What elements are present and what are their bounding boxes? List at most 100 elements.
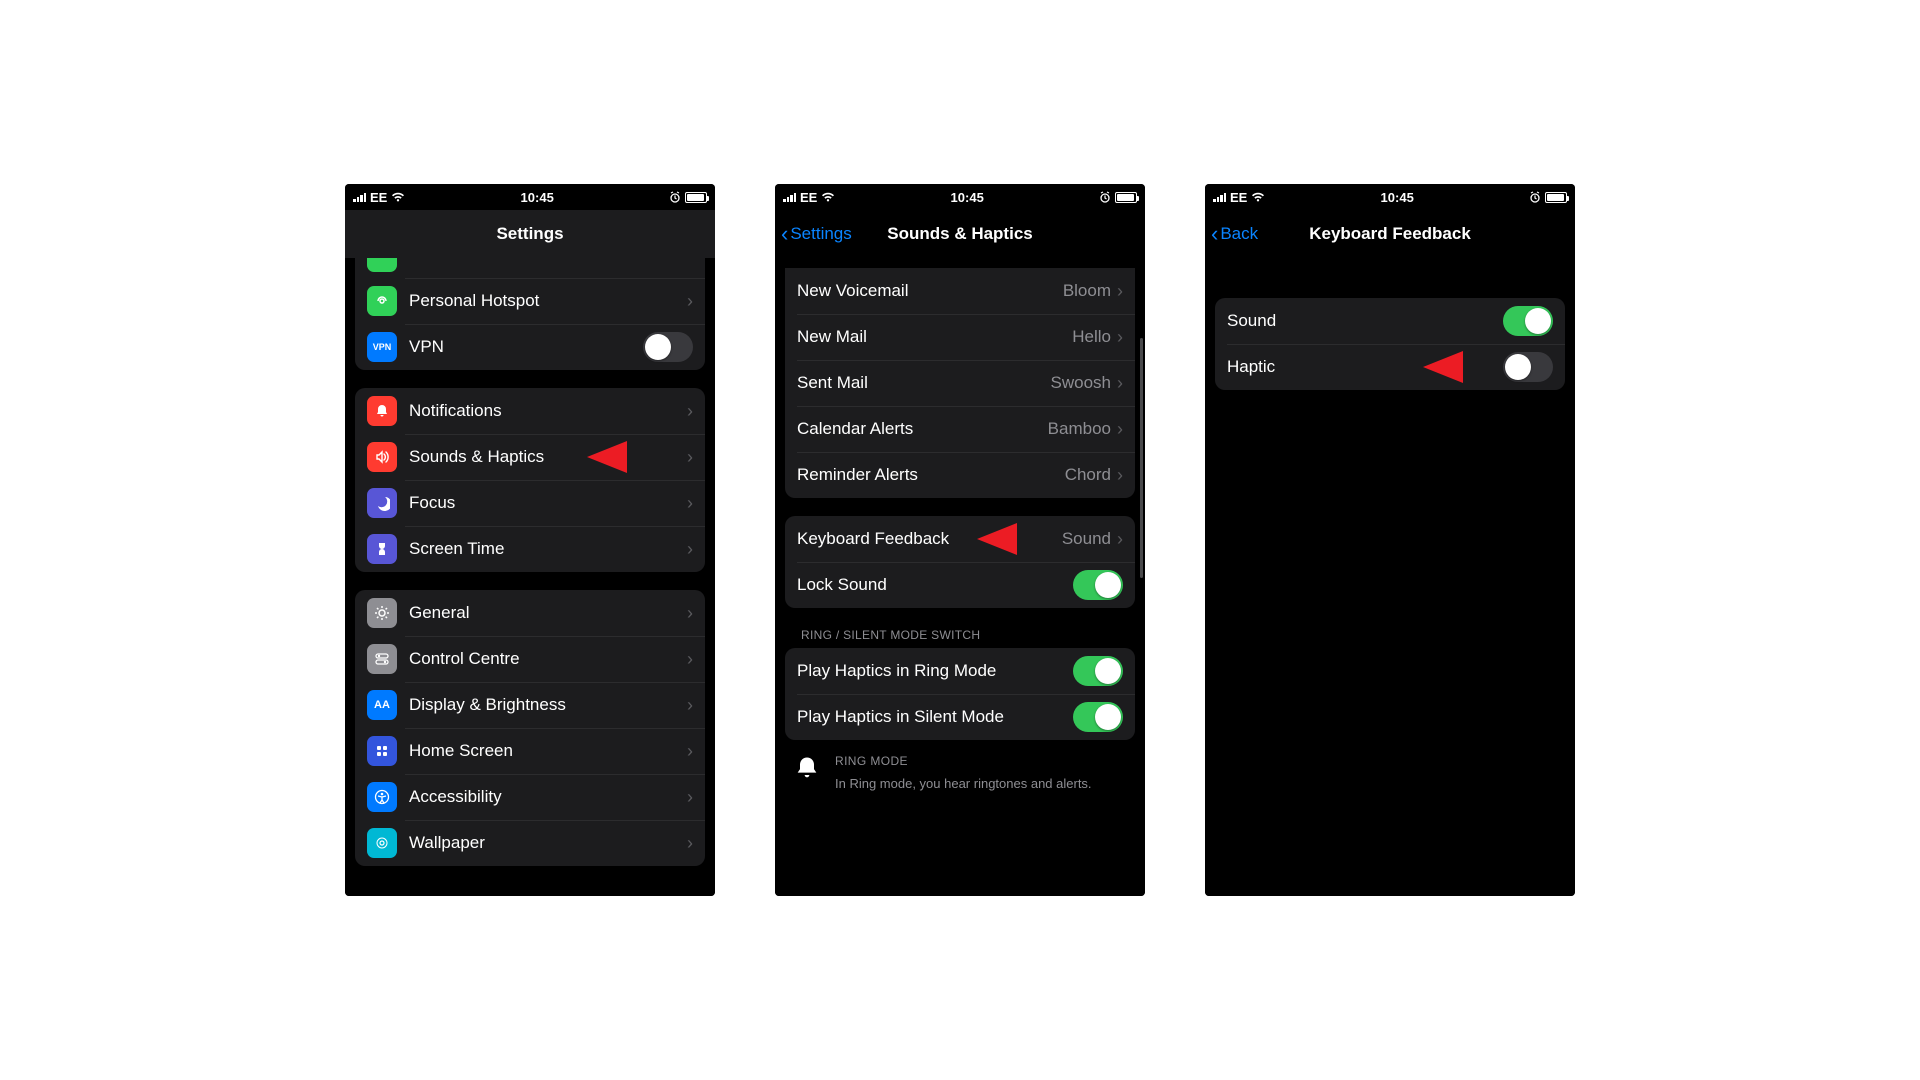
nav-header: ‹ Back Keyboard Feedback xyxy=(1205,210,1575,258)
chevron-right-icon: › xyxy=(1117,529,1123,550)
row-reminder-alerts[interactable]: Reminder Alerts Chord › xyxy=(785,452,1135,498)
alarm-icon xyxy=(1529,191,1541,203)
row-lock-sound[interactable]: Lock Sound xyxy=(785,562,1135,608)
row-label: Personal Hotspot xyxy=(409,291,687,311)
row-general[interactable]: General › xyxy=(355,590,705,636)
row-value: Swoosh xyxy=(1051,373,1111,393)
row-label: Haptic xyxy=(1227,357,1503,377)
row-label: Screen Time xyxy=(409,539,687,559)
row-sent-mail[interactable]: Sent Mail Swoosh › xyxy=(785,360,1135,406)
hotspot-icon xyxy=(367,286,397,316)
row-vpn[interactable]: VPN VPN xyxy=(355,324,705,370)
chevron-right-icon: › xyxy=(687,833,693,854)
row-label: Sound xyxy=(1227,311,1503,331)
group-keyboard: Keyboard Feedback Sound › Lock Sound xyxy=(785,516,1135,608)
chevron-left-icon: ‹ xyxy=(1211,223,1218,245)
back-button[interactable]: ‹ Settings xyxy=(781,210,852,258)
row-label: Wallpaper xyxy=(409,833,687,853)
row-label: Calendar Alerts xyxy=(797,419,1048,439)
control-centre-icon xyxy=(367,644,397,674)
chevron-right-icon: › xyxy=(1117,419,1123,440)
back-button[interactable]: ‹ Back xyxy=(1211,210,1258,258)
row-personal-hotspot[interactable]: Personal Hotspot › xyxy=(355,278,705,324)
chevron-right-icon: › xyxy=(687,539,693,560)
phone-settings: EE 10:45 Settings Personal Hotspot › VPN… xyxy=(345,184,715,896)
nav-header: ‹ Settings Sounds & Haptics xyxy=(775,210,1145,258)
row-sound[interactable]: Sound xyxy=(1215,298,1565,344)
row-home-screen[interactable]: Home Screen › xyxy=(355,728,705,774)
row-label: Notifications xyxy=(409,401,687,421)
row-label: General xyxy=(409,603,687,623)
phone-keyboard-feedback: EE 10:45 ‹ Back Keyboard Feedback Sound … xyxy=(1205,184,1575,896)
settings-group-general: General › Control Centre › AA Display & … xyxy=(355,590,705,866)
row-label: Sounds & Haptics xyxy=(409,447,687,467)
row-new-voicemail[interactable]: New Voicemail Bloom › xyxy=(785,268,1135,314)
keyboard-feedback-list[interactable]: Sound Haptic xyxy=(1205,258,1575,896)
chevron-right-icon: › xyxy=(687,603,693,624)
focus-icon xyxy=(367,488,397,518)
signal-icon xyxy=(1213,192,1226,202)
nav-header: Settings xyxy=(345,210,715,258)
row-value: Hello xyxy=(1072,327,1111,347)
row-label: Play Haptics in Silent Mode xyxy=(797,707,1073,727)
row-label: Home Screen xyxy=(409,741,687,761)
chevron-right-icon: › xyxy=(1117,327,1123,348)
sound-toggle[interactable] xyxy=(1503,306,1553,336)
lock-sound-toggle[interactable] xyxy=(1073,570,1123,600)
chevron-right-icon: › xyxy=(1117,373,1123,394)
ring-mode-info: RING MODE In Ring mode, you hear rington… xyxy=(785,740,1135,799)
row-label: Focus xyxy=(409,493,687,513)
page-title: Settings xyxy=(496,224,563,244)
row-label: Reminder Alerts xyxy=(797,465,1065,485)
row-screen-time[interactable]: Screen Time › xyxy=(355,526,705,572)
page-title: Keyboard Feedback xyxy=(1309,224,1471,244)
haptic-toggle[interactable] xyxy=(1503,352,1553,382)
vpn-toggle[interactable] xyxy=(643,332,693,362)
haptics-ring-toggle[interactable] xyxy=(1073,656,1123,686)
row-label: Play Haptics in Ring Mode xyxy=(797,661,1073,681)
display-icon: AA xyxy=(367,690,397,720)
row-label: Keyboard Feedback xyxy=(797,529,1062,549)
settings-list[interactable]: Personal Hotspot › VPN VPN Notifications… xyxy=(345,258,715,896)
chevron-right-icon: › xyxy=(687,401,693,422)
row-control-centre[interactable]: Control Centre › xyxy=(355,636,705,682)
row-value: Bloom xyxy=(1063,281,1111,301)
row-keyboard-feedback[interactable]: Keyboard Feedback Sound › xyxy=(785,516,1135,562)
row-label: New Mail xyxy=(797,327,1072,347)
row-haptics-silent[interactable]: Play Haptics in Silent Mode xyxy=(785,694,1135,740)
back-label: Settings xyxy=(790,224,851,244)
homescreen-icon xyxy=(367,736,397,766)
row-accessibility[interactable]: Accessibility › xyxy=(355,774,705,820)
status-bar: EE 10:45 xyxy=(345,184,715,210)
row-haptics-ring[interactable]: Play Haptics in Ring Mode xyxy=(785,648,1135,694)
row-new-mail[interactable]: New Mail Hello › xyxy=(785,314,1135,360)
battery-icon xyxy=(685,192,707,203)
row-haptic[interactable]: Haptic xyxy=(1215,344,1565,390)
wifi-icon xyxy=(1251,192,1265,202)
accessibility-icon xyxy=(367,782,397,812)
carrier-label: EE xyxy=(370,190,387,205)
gear-icon xyxy=(367,598,397,628)
scrollbar-indicator xyxy=(1140,338,1143,578)
row-sounds-haptics[interactable]: Sounds & Haptics › xyxy=(355,434,705,480)
sounds-list[interactable]: New Voicemail Bloom › New Mail Hello › S… xyxy=(775,258,1145,896)
page-title: Sounds & Haptics xyxy=(887,224,1032,244)
phone-sounds-haptics: EE 10:45 ‹ Settings Sounds & Haptics New… xyxy=(775,184,1145,896)
row-focus[interactable]: Focus › xyxy=(355,480,705,526)
haptics-silent-toggle[interactable] xyxy=(1073,702,1123,732)
screentime-icon xyxy=(367,534,397,564)
row-wallpaper[interactable]: Wallpaper › xyxy=(355,820,705,866)
clock-label: 10:45 xyxy=(951,190,984,205)
row-label: New Voicemail xyxy=(797,281,1063,301)
row-display-brightness[interactable]: AA Display & Brightness › xyxy=(355,682,705,728)
alarm-icon xyxy=(1099,191,1111,203)
row-calendar-alerts[interactable]: Calendar Alerts Bamboo › xyxy=(785,406,1135,452)
carrier-label: EE xyxy=(1230,190,1247,205)
signal-icon xyxy=(783,192,796,202)
chevron-left-icon: ‹ xyxy=(781,223,788,245)
info-text: In Ring mode, you hear ringtones and ale… xyxy=(835,776,1092,791)
clock-label: 10:45 xyxy=(521,190,554,205)
settings-group-alerts: Notifications › Sounds & Haptics › Focus… xyxy=(355,388,705,572)
row-notifications[interactable]: Notifications › xyxy=(355,388,705,434)
row-partial[interactable] xyxy=(355,258,705,278)
